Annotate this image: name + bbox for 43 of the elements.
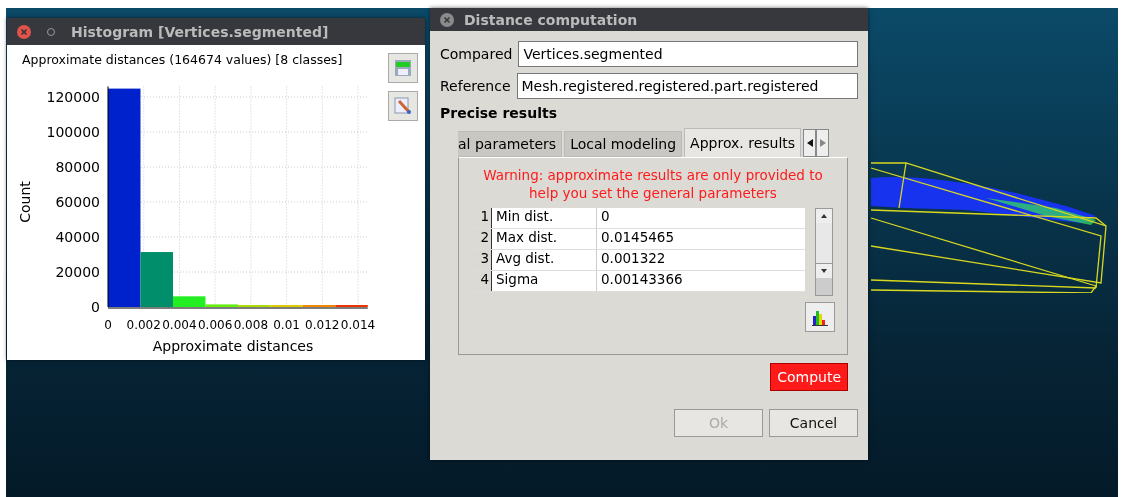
- y-tick-label: 40000: [55, 229, 100, 245]
- section-title: Precise results: [440, 105, 558, 121]
- x-tick-label: 0.002: [126, 318, 161, 332]
- row-number: 4: [471, 271, 491, 291]
- y-tick-label: 120000: [46, 89, 100, 105]
- y-tick-label: 60000: [55, 194, 100, 210]
- warning-message: Warning: approximate results are only provided to help you set the general parameters: [482, 166, 824, 202]
- window-title: Distance computation: [464, 11, 638, 28]
- chart-title: Approximate distances (164674 values) [8 classes]: [21, 51, 343, 69]
- x-tick-label: 0.006: [197, 318, 233, 332]
- dialog-button[interactable]: Cancel: [769, 409, 858, 437]
- table-cell: 0.00143366: [596, 271, 805, 291]
- y-tick-label: 80000: [55, 159, 100, 175]
- tab[interactable]: Local modeling: [564, 131, 683, 157]
- row-number: 2: [471, 229, 491, 249]
- table-cell: 0.001322: [596, 250, 805, 270]
- table-cell: Avg dist.: [491, 250, 596, 270]
- row-number: 1: [471, 208, 491, 228]
- text-field[interactable]: Mesh.registered.registered.part.registered: [516, 73, 858, 99]
- y-tick-label: 100000: [46, 124, 100, 140]
- x-axis-title: Approximate distances: [152, 338, 314, 354]
- table-cell: Sigma: [491, 271, 596, 291]
- field-label: Reference: [440, 78, 511, 94]
- y-axis-title: Count: [17, 181, 33, 223]
- tab[interactable]: Approx. results: [684, 128, 802, 157]
- text-field[interactable]: Vertices.segmented: [518, 41, 858, 67]
- x-tick-label: 0: [104, 318, 112, 332]
- table-cell: Max dist.: [491, 229, 596, 249]
- x-tick-label: 0.014: [340, 318, 376, 332]
- y-tick-label: 0: [91, 299, 100, 315]
- compute-button[interactable]: Compute: [770, 363, 848, 391]
- window-title: Histogram [Vertices.segmented]: [71, 23, 329, 40]
- table-cell: Min dist.: [491, 208, 596, 228]
- y-tick-label: 20000: [55, 264, 100, 280]
- tab[interactable]: al parameters: [458, 131, 563, 157]
- x-tick-label: 0.004: [162, 318, 197, 332]
- x-tick-label: 0.012: [305, 318, 340, 332]
- x-tick-label: 0.008: [233, 318, 269, 332]
- field-label: Compared: [440, 46, 513, 62]
- table-cell: 0: [596, 208, 805, 228]
- x-tick-label: 0.01: [273, 318, 300, 332]
- row-number: 3: [471, 250, 491, 270]
- table-cell: 0.0145465: [596, 229, 805, 249]
